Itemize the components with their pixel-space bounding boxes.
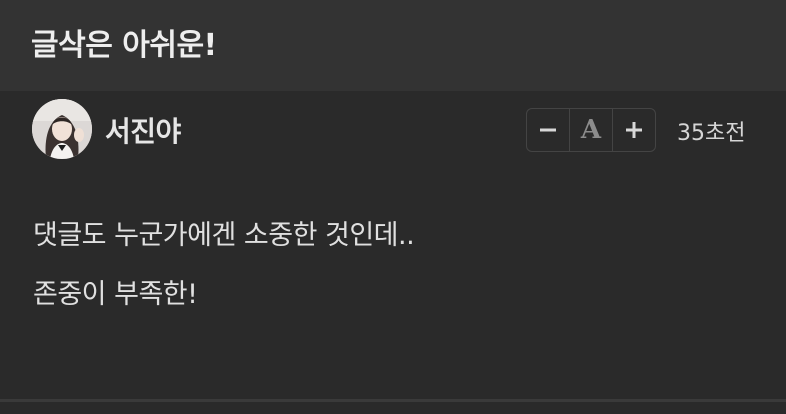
comment-line: 댓글도 누군가에겐 소중한 것인데.. [33, 220, 415, 251]
increase-font-button[interactable] [613, 109, 655, 151]
font-style-button[interactable]: A [569, 109, 613, 151]
post-header: 글삭은 아쉬운! [0, 0, 786, 91]
author-name[interactable]: 서진야 [105, 110, 181, 150]
minus-icon [540, 128, 557, 132]
comment-timestamp: 35초전 [677, 121, 746, 146]
comment-page: 글삭은 아쉬운! 서진야 A 35초전 댓글도 누군가에겐 소중한 것인데.. … [0, 0, 786, 414]
avatar-image [32, 99, 92, 159]
plus-icon [625, 122, 642, 138]
comment-body: 댓글도 누군가에겐 소중한 것인데.. 존중이 부족한! [33, 218, 753, 313]
font-size-control: A [526, 108, 656, 152]
font-size-icon: A [580, 115, 602, 145]
decrease-font-button[interactable] [527, 109, 569, 151]
avatar[interactable] [32, 99, 92, 159]
divider [0, 399, 786, 402]
author-row: 서진야 A 35초전 [0, 91, 786, 166]
post-title: 글삭은 아쉬운! [31, 28, 217, 63]
comment-line: 존중이 부족한! [33, 279, 198, 310]
